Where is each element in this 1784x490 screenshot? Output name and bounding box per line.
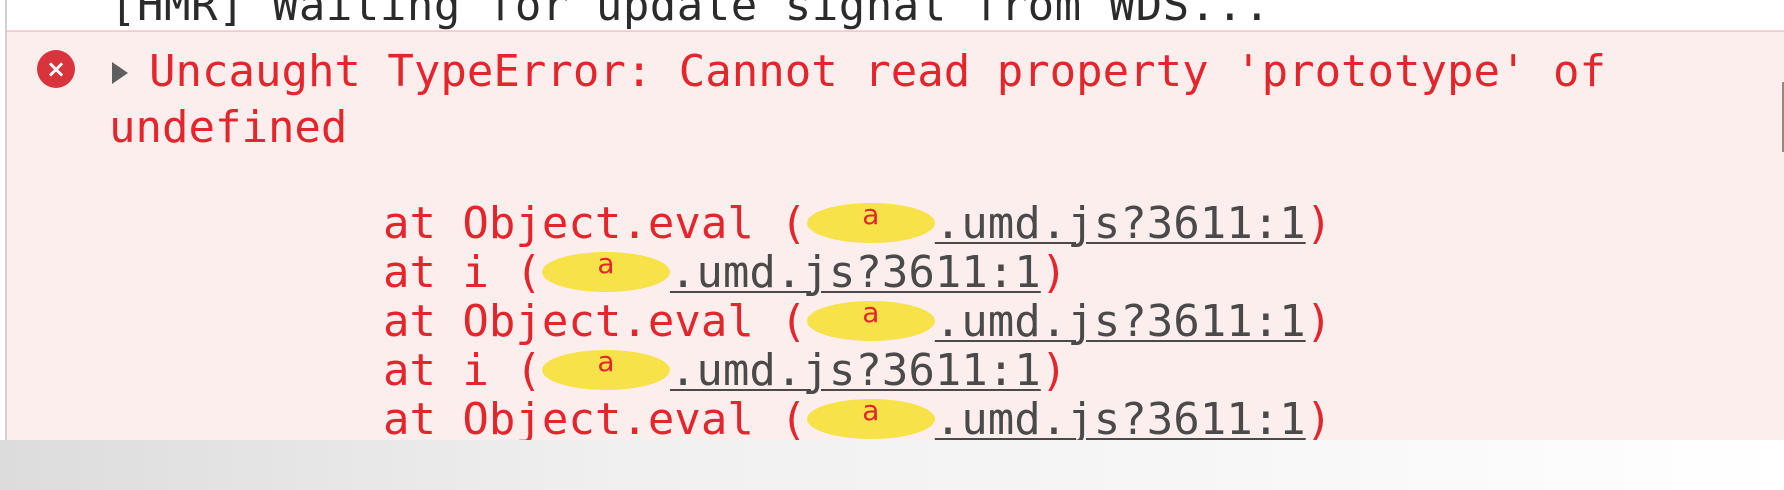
previous-log-text: [HMR] Waiting for update signal from WDS…: [110, 0, 1271, 31]
console-log-line: [HMR] Waiting for update signal from WDS…: [7, 0, 1784, 31]
redaction-mark: a: [806, 394, 935, 439]
error-circle-icon: ×: [37, 50, 75, 88]
stack-trace-line: at Object.eval (a .umd.js?3611:1): [224, 336, 1332, 440]
stack-prefix: at Object.eval (: [382, 394, 807, 440]
console-error-message: × Uncaught TypeError: Cannot read proper…: [7, 31, 1784, 440]
devtools-console: [HMR] Waiting for update signal from WDS…: [5, 0, 1784, 440]
background-strip: [0, 440, 1784, 490]
source-file-link[interactable]: a .umd.js?3611:1: [806, 394, 1306, 440]
